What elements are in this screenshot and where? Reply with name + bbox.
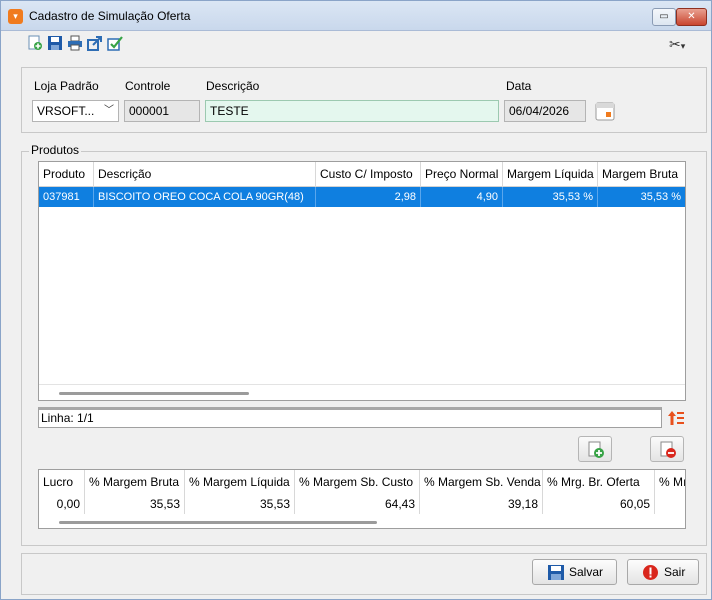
col-preco-normal[interactable]: Preço Normal bbox=[421, 162, 503, 187]
remove-icon bbox=[660, 441, 676, 458]
save-icon bbox=[548, 565, 564, 580]
col-pct-mr[interactable]: % Mı bbox=[655, 470, 685, 494]
loja-select[interactable]: VRSOFT... ﹀ bbox=[32, 100, 119, 122]
controle-field: 000001 bbox=[124, 100, 200, 122]
salvar-label: Salvar bbox=[569, 565, 604, 579]
resumo-grid[interactable]: Lucro % Margem Bruta % Margem Líquida % … bbox=[38, 469, 686, 529]
restore-button[interactable]: ▭ bbox=[652, 8, 676, 26]
col-pct-margem-sb-custo[interactable]: % Margem Sb. Custo bbox=[295, 470, 420, 494]
produtos-grid[interactable]: Produto Descrição Custo C/ Imposto Preço… bbox=[38, 161, 686, 401]
cell-margem-liquida: 35,53 % bbox=[503, 187, 598, 207]
val-pct-mrg-br-oferta: 60,05 bbox=[543, 494, 655, 514]
close-icon: ✕ bbox=[687, 11, 696, 22]
controle-label: Controle bbox=[125, 79, 171, 93]
title-bar: ▾ Cadastro de Simulação Oferta ▭ ✕ bbox=[1, 1, 711, 31]
print-icon[interactable] bbox=[67, 35, 83, 51]
cell-descricao: BISCOITO OREO COCA COLA 90GR(48) bbox=[94, 187, 316, 207]
col-margem-bruta[interactable]: Margem Bruta bbox=[598, 162, 685, 187]
val-pct-margem-liquida: 35,53 bbox=[185, 494, 295, 514]
col-margem-liquida[interactable]: Margem Líquida bbox=[503, 162, 598, 187]
sair-label: Sair bbox=[664, 565, 686, 579]
col-pct-margem-bruta[interactable]: % Margem Bruta bbox=[85, 470, 185, 494]
exit-icon bbox=[643, 565, 658, 580]
tools-icon[interactable]: ✂▾ bbox=[669, 36, 693, 52]
table-row[interactable]: 037981 BISCOITO OREO COCA COLA 90GR(48) … bbox=[39, 187, 685, 207]
add-icon bbox=[588, 441, 604, 458]
salvar-button[interactable]: Salvar bbox=[532, 559, 617, 585]
new-icon[interactable] bbox=[27, 35, 43, 51]
val-pct-margem-sb-custo: 64,43 bbox=[295, 494, 420, 514]
produtos-grid-header: Produto Descrição Custo C/ Imposto Preço… bbox=[39, 162, 685, 187]
produtos-hscrollbar[interactable] bbox=[59, 392, 249, 395]
col-pct-margem-liquida[interactable]: % Margem Líquida bbox=[185, 470, 295, 494]
data-field[interactable]: 06/04/2026 bbox=[504, 100, 586, 122]
close-button[interactable]: ✕ bbox=[676, 8, 707, 26]
cell-margem-bruta: 35,53 % bbox=[640, 191, 681, 203]
sair-button[interactable]: Sair bbox=[627, 559, 699, 585]
val-pct-margem-bruta: 35,53 bbox=[85, 494, 185, 514]
descricao-label: Descrição bbox=[206, 79, 260, 93]
cell-custo: 2,98 bbox=[316, 187, 421, 207]
calendar-icon[interactable] bbox=[595, 101, 615, 121]
loja-label: Loja Padrão bbox=[34, 79, 99, 93]
export-icon[interactable] bbox=[87, 35, 103, 51]
col-pct-margem-sb-venda[interactable]: % Margem Sb. Venda bbox=[420, 470, 543, 494]
restore-icon: ▭ bbox=[659, 11, 669, 22]
sort-icon[interactable] bbox=[667, 409, 685, 427]
col-descricao[interactable]: Descrição bbox=[94, 162, 316, 187]
add-item-button[interactable] bbox=[578, 436, 612, 462]
divider bbox=[39, 384, 685, 385]
cell-preco-normal: 4,90 bbox=[421, 187, 503, 207]
approve-icon[interactable] bbox=[107, 35, 123, 51]
col-lucro[interactable]: Lucro bbox=[39, 470, 85, 494]
val-lucro: 0,00 bbox=[39, 494, 85, 514]
col-produto[interactable]: Produto bbox=[39, 162, 94, 187]
data-label: Data bbox=[506, 79, 532, 93]
produtos-section-label: Produtos bbox=[29, 143, 82, 157]
chevron-down-icon: ﹀ bbox=[104, 105, 114, 116]
window-title: Cadastro de Simulação Oferta bbox=[29, 9, 191, 23]
cell-produto: 037981 bbox=[39, 187, 94, 207]
resumo-hscrollbar[interactable] bbox=[59, 521, 377, 524]
remove-item-button[interactable] bbox=[650, 436, 684, 462]
app-icon: ▾ bbox=[8, 9, 23, 24]
val-pct-margem-sb-venda: 39,18 bbox=[420, 494, 543, 514]
save-icon[interactable] bbox=[47, 35, 63, 51]
descricao-input[interactable]: TESTE bbox=[205, 100, 499, 122]
linha-status: Linha: 1/1 bbox=[38, 407, 662, 428]
window: ▾ Cadastro de Simulação Oferta ▭ ✕ ✂▾ Lo… bbox=[0, 0, 712, 600]
val-pct-mr bbox=[655, 494, 685, 514]
col-pct-mrg-br-oferta[interactable]: % Mrg. Br. Oferta bbox=[543, 470, 655, 494]
toolbar: ✂▾ bbox=[1, 31, 711, 57]
loja-value: VRSOFT... bbox=[37, 104, 95, 118]
col-custo[interactable]: Custo C/ Imposto bbox=[316, 162, 421, 187]
